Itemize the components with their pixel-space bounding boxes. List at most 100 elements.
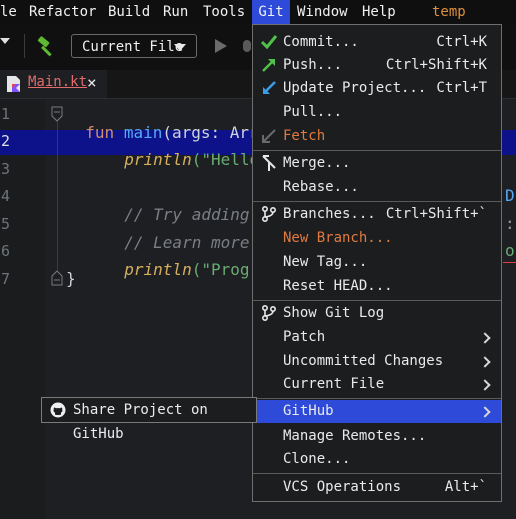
fold-guide — [57, 122, 58, 270]
menu-item-label: Pull... — [283, 104, 343, 120]
menu-item-label: Reset HEAD... — [283, 278, 393, 294]
line-number: 1 — [0, 105, 10, 123]
line-number: 3 — [0, 160, 10, 178]
chevron-right-icon — [479, 379, 491, 391]
menu-item-shortcut: Ctrl+T — [436, 80, 487, 96]
fetch-icon — [262, 129, 276, 143]
menu-item-label: VCS Operations — [283, 479, 402, 495]
menu-item-push[interactable]: Push... Ctrl+Shift+K — [253, 54, 501, 77]
chevron-down-icon[interactable] — [0, 38, 10, 44]
menu-separator — [253, 201, 501, 202]
menu-item-label: Uncommitted Changes — [283, 353, 444, 369]
menu-item-label: Commit... — [283, 34, 359, 50]
update-arrow-icon — [263, 81, 276, 94]
fold-end-icon[interactable] — [51, 270, 63, 286]
menu-item-shortcut: Ctrl+Shift+K — [385, 57, 487, 73]
comment-tail: D — [505, 186, 515, 205]
menu-item-clone[interactable]: Clone... — [253, 448, 501, 471]
menu-item-patch[interactable]: Patch — [253, 326, 501, 349]
menu-item-fetch[interactable]: Fetch — [253, 125, 501, 148]
menu-item-merge[interactable]: Merge... — [253, 152, 501, 175]
menu-item-reset-head[interactable]: Reset HEAD... — [253, 275, 501, 298]
menu-item-label: Merge... — [283, 155, 351, 171]
menu-item-uncommitted-changes[interactable]: Uncommitted Changes — [253, 350, 501, 373]
line-number: 5 — [0, 215, 10, 233]
code-line-6: println("Progra — [105, 241, 269, 279]
menu-separator — [253, 473, 501, 474]
menu-tools[interactable]: Tools — [203, 0, 245, 24]
menu-item-label: New Branch... — [283, 230, 393, 246]
menu-item-vcs-operations[interactable]: VCS Operations Alt+` — [253, 476, 501, 499]
menu-item-label: New Tag... — [283, 254, 368, 270]
menu-item-label: Show Git Log — [283, 305, 385, 321]
fold-icon[interactable] — [51, 106, 63, 122]
menu-item-pull[interactable]: Pull... — [253, 101, 501, 124]
menu-item-branches[interactable]: Branches... Ctrl+Shift+` — [253, 203, 501, 226]
menu-item-shortcut: Alt+` — [444, 479, 487, 495]
line-number: 6 — [0, 242, 10, 260]
menu-item-rebase[interactable]: Rebase... — [253, 176, 501, 199]
line-number: 7 — [0, 270, 10, 288]
error-underline — [503, 262, 516, 263]
comment-tail: : — [505, 214, 515, 233]
menu-item-shortcut: Ctrl+K — [436, 34, 487, 50]
toolbar-divider — [24, 34, 25, 58]
menu-item-label: Rebase... — [283, 179, 359, 195]
menu-item-update-project[interactable]: Update Project... Ctrl+T — [253, 77, 501, 100]
line-number: 2 — [0, 132, 10, 150]
menu-item-label: Manage Remotes... — [283, 428, 427, 444]
menu-item-label: Update Project... — [283, 80, 427, 96]
menu-item-label: GitHub — [283, 403, 334, 419]
close-icon[interactable]: × — [87, 73, 97, 92]
menu-run[interactable]: Run — [163, 0, 188, 24]
kotlin-file-icon — [7, 76, 20, 92]
chevron-right-icon — [479, 406, 491, 418]
menu-item-label: Clone... — [283, 451, 351, 467]
git-menu: Commit... Ctrl+K Push... Ctrl+Shift+K Up… — [252, 24, 502, 502]
menu-separator — [253, 150, 501, 151]
menu-item-label: Push... — [283, 57, 343, 73]
menu-git[interactable]: Git — [252, 0, 290, 24]
branch-icon — [261, 205, 277, 223]
menubar: le Refactor Build Run Tools Git Window H… — [0, 0, 516, 24]
menu-window[interactable]: Window — [297, 0, 348, 24]
share-project-on-github-item[interactable]: Share Project on GitHub — [73, 398, 256, 446]
menu-help[interactable]: Help — [362, 0, 396, 24]
menu-item-github[interactable]: GitHub — [253, 400, 501, 423]
menu-item-new-tag[interactable]: New Tag... — [253, 251, 501, 274]
menu-item-current-file[interactable]: Current File — [253, 373, 501, 396]
menu-item-show-git-log[interactable]: Show Git Log — [253, 302, 501, 325]
git-log-icon — [261, 304, 277, 322]
string-literal: ("Hello — [191, 150, 260, 169]
menu-file-partial[interactable]: le — [0, 0, 17, 24]
menu-separator — [253, 300, 501, 301]
push-arrow-icon — [262, 59, 275, 72]
github-submenu: Share Project on GitHub — [41, 397, 257, 442]
menu-item-label: Current File — [283, 376, 385, 392]
menu-item-label: Fetch — [283, 128, 326, 144]
build-hammer-icon[interactable] — [36, 36, 58, 58]
run-config-label: Current File — [82, 39, 184, 55]
merge-icon — [262, 155, 276, 171]
github-icon — [50, 402, 66, 418]
run-config-dropdown[interactable]: Current File — [71, 34, 197, 58]
function-call: println — [124, 260, 192, 279]
menu-item-label: Patch — [283, 329, 326, 345]
run-icon[interactable] — [214, 38, 228, 54]
code-line-2: println("Hello — [105, 131, 259, 169]
menu-item-commit[interactable]: Commit... Ctrl+K — [253, 31, 501, 54]
check-icon — [260, 35, 278, 50]
tab-label[interactable]: Main.kt — [28, 74, 87, 90]
line-number: 4 — [0, 187, 10, 205]
function-call: println — [124, 150, 192, 169]
menu-refactor[interactable]: Refactor — [29, 0, 96, 24]
menu-item-label: Branches... — [283, 206, 376, 222]
chevron-right-icon — [479, 332, 491, 344]
code-line-7: } — [66, 269, 76, 288]
code-tail: o — [505, 241, 515, 260]
menu-item-new-branch[interactable]: New Branch... — [253, 227, 501, 250]
menu-build[interactable]: Build — [108, 0, 150, 24]
menu-item-manage-remotes[interactable]: Manage Remotes... — [253, 425, 501, 448]
chevron-right-icon — [479, 356, 491, 368]
project-name[interactable]: temp — [432, 0, 466, 24]
